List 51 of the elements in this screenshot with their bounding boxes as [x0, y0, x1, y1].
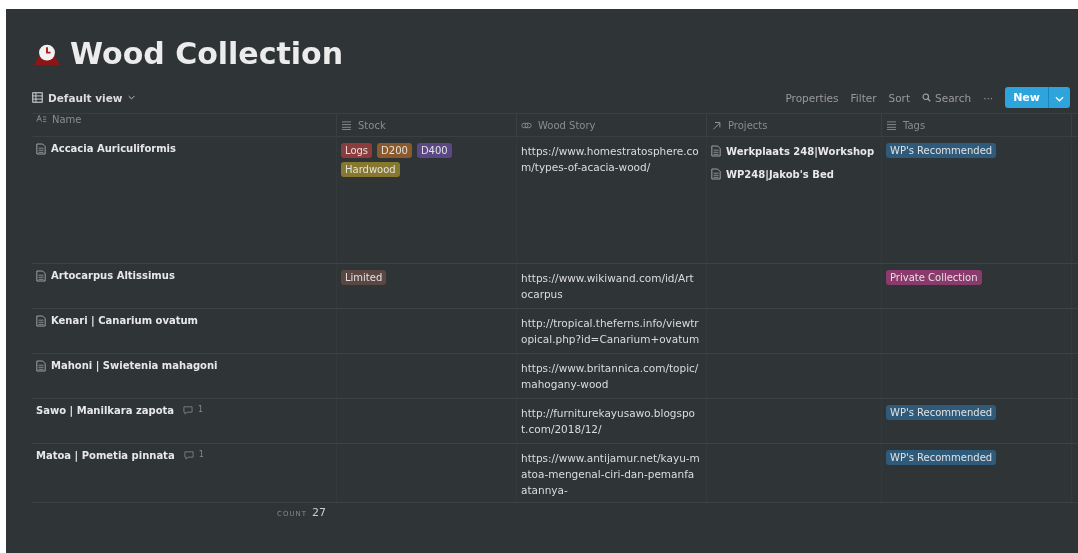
text-property-icon	[36, 114, 47, 123]
column-header[interactable]: Projects	[728, 119, 768, 131]
chevron-down-icon	[1055, 96, 1064, 102]
search-button[interactable]: Search	[922, 91, 972, 104]
wood-story-link[interactable]: http://tropical.theferns.info/viewtropical.php?id=Canarium+ovatum	[521, 315, 700, 347]
page-icon	[711, 145, 721, 157]
stock-tag: Hardwood	[341, 162, 400, 177]
wood-story-link[interactable]: https://www.antijamur.net/kayu-matoa-mengenal-ciri-dan-pemanfaatannya-	[521, 450, 700, 498]
wood-story-link[interactable]: https://www.homestratosphere.com/types-of-acacia-wood/	[521, 143, 700, 175]
column-header[interactable]: Name	[52, 114, 82, 125]
row-name[interactable]: Sawo | Manilkara zapota	[36, 405, 175, 416]
stock-tag: Limited	[341, 270, 387, 285]
more-button[interactable]: ···	[983, 91, 994, 104]
list-icon	[341, 120, 352, 130]
tag: WP's Recommended	[886, 450, 997, 465]
link-icon	[521, 120, 532, 130]
arrow-icon	[711, 120, 722, 130]
count-value: 27	[312, 506, 327, 519]
table-icon	[32, 92, 43, 103]
comment-count: 1	[198, 450, 204, 459]
search-icon	[922, 93, 932, 102]
project-link[interactable]: Werkplaats 248|Workshop	[726, 146, 875, 157]
toolbar-button[interactable]: Filter	[850, 91, 877, 104]
chevron-down-icon	[127, 95, 135, 100]
column-header[interactable]: Wood Story	[538, 119, 596, 131]
list-icon	[886, 120, 897, 130]
wood-story-link[interactable]: http://furniturekayusawo.blogspot.com/2018/12/	[521, 405, 700, 437]
row-name[interactable]: Artocarpus Altissimus	[51, 270, 175, 281]
project-link[interactable]: WP248|Jakob's Bed	[726, 169, 834, 180]
tag: WP's Recommended	[886, 143, 997, 158]
row-name[interactable]: Matoa | Pometia pinnata	[36, 450, 175, 461]
wood-story-link[interactable]: https://www.britannica.com/topic/mahogany-wood	[521, 360, 700, 392]
row-name[interactable]: Accacia Auriculiformis	[51, 143, 176, 154]
comment-count: 1	[198, 405, 204, 414]
column-header[interactable]: Tags	[903, 119, 926, 131]
stock-tag: D400	[416, 143, 452, 158]
comment-icon	[183, 406, 194, 415]
wood-story-link[interactable]: https://www.wikiwand.com/id/Artocarpus	[521, 270, 700, 302]
column-header[interactable]: Stock	[358, 119, 386, 131]
stock-tag: D200	[377, 143, 412, 158]
page-title: Wood Collection	[70, 35, 344, 71]
comment-icon	[183, 451, 194, 460]
toolbar-button[interactable]: Sort	[888, 91, 911, 104]
tag: Private Collection	[886, 270, 982, 285]
page-icon	[711, 168, 721, 180]
row-name[interactable]: Mahoni | Swietenia mahagoni	[51, 360, 218, 371]
row-name[interactable]: Kenari | Canarium ovatum	[51, 315, 198, 326]
view-selector[interactable]: Default view	[32, 91, 135, 104]
toolbar-button[interactable]: Properties	[785, 91, 839, 104]
tag: WP's Recommended	[886, 405, 997, 420]
stock-tag: Logs	[341, 143, 373, 158]
